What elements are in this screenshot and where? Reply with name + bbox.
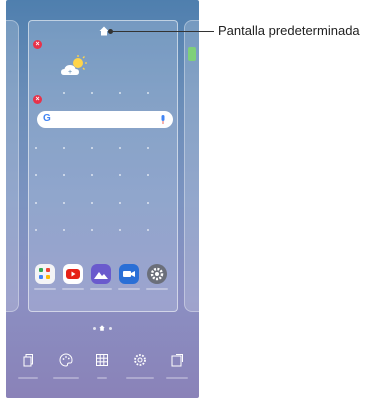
page-indicator-dot[interactable]: [93, 327, 96, 330]
grid-dot: [91, 147, 93, 149]
app-label: [34, 288, 56, 290]
grid-dot: [91, 92, 93, 94]
tool-label: [53, 377, 79, 379]
remove-widget-icon[interactable]: ×: [33, 40, 42, 49]
tool-label: [97, 377, 107, 379]
phone-screen: × × + G: [6, 0, 199, 398]
grid-dot: [35, 147, 37, 149]
weather-widget-icon: +: [61, 55, 87, 76]
callout-line: [110, 31, 214, 32]
youtube-app-icon[interactable]: [63, 264, 83, 284]
next-screen-preview[interactable]: [184, 20, 199, 312]
folder-app-icon[interactable]: [35, 264, 55, 284]
app-label: [118, 288, 140, 290]
grid-dot: [91, 229, 93, 231]
grid-dot: [119, 92, 121, 94]
svg-text:+: +: [68, 69, 72, 76]
grid-dot: [63, 202, 65, 204]
grid-dot: [119, 229, 121, 231]
remove-widget-icon[interactable]: ×: [33, 95, 42, 104]
tool-label: [166, 377, 188, 379]
grid-dot: [63, 147, 65, 149]
grid-dot: [35, 174, 37, 176]
callout-label: Pantalla predeterminada: [218, 23, 360, 38]
grid-dot: [35, 202, 37, 204]
tool-label: [126, 377, 154, 379]
app-label: [146, 288, 168, 290]
grid-dot: [147, 229, 149, 231]
grid-dot: [35, 229, 37, 231]
grid-dot: [63, 174, 65, 176]
grid-dot: [147, 147, 149, 149]
next-screen-app-icon: [188, 47, 196, 61]
google-search-widget[interactable]: G: [37, 111, 173, 128]
themes-tool-icon[interactable]: [59, 353, 73, 367]
grid-dot: [63, 92, 65, 94]
previous-screen-preview[interactable]: [6, 20, 19, 312]
home-settings-tool-icon[interactable]: [133, 353, 147, 367]
google-logo: G: [43, 113, 51, 124]
grid-dot: [119, 202, 121, 204]
grid-dot: [91, 174, 93, 176]
settings-app-icon[interactable]: [147, 264, 167, 284]
grid-dot: [147, 92, 149, 94]
grid-dot: [119, 174, 121, 176]
screen-rotation-tool-icon[interactable]: [170, 353, 184, 367]
tool-label: [18, 377, 38, 379]
grid-dot: [119, 147, 121, 149]
widgets-tool-icon[interactable]: [21, 353, 35, 367]
gallery-app-icon[interactable]: [91, 264, 111, 284]
grid-dot: [147, 174, 149, 176]
grid-dot: [63, 229, 65, 231]
grid-tool-icon[interactable]: [95, 353, 109, 367]
grid-dot: [91, 202, 93, 204]
microphone-icon[interactable]: [161, 115, 165, 124]
app-label: [62, 288, 84, 290]
grid-dot: [147, 202, 149, 204]
app-label: [90, 288, 112, 290]
video-app-icon[interactable]: [119, 264, 139, 284]
page-indicator-dot[interactable]: [109, 327, 112, 330]
home-page-indicator-icon[interactable]: [99, 325, 105, 331]
